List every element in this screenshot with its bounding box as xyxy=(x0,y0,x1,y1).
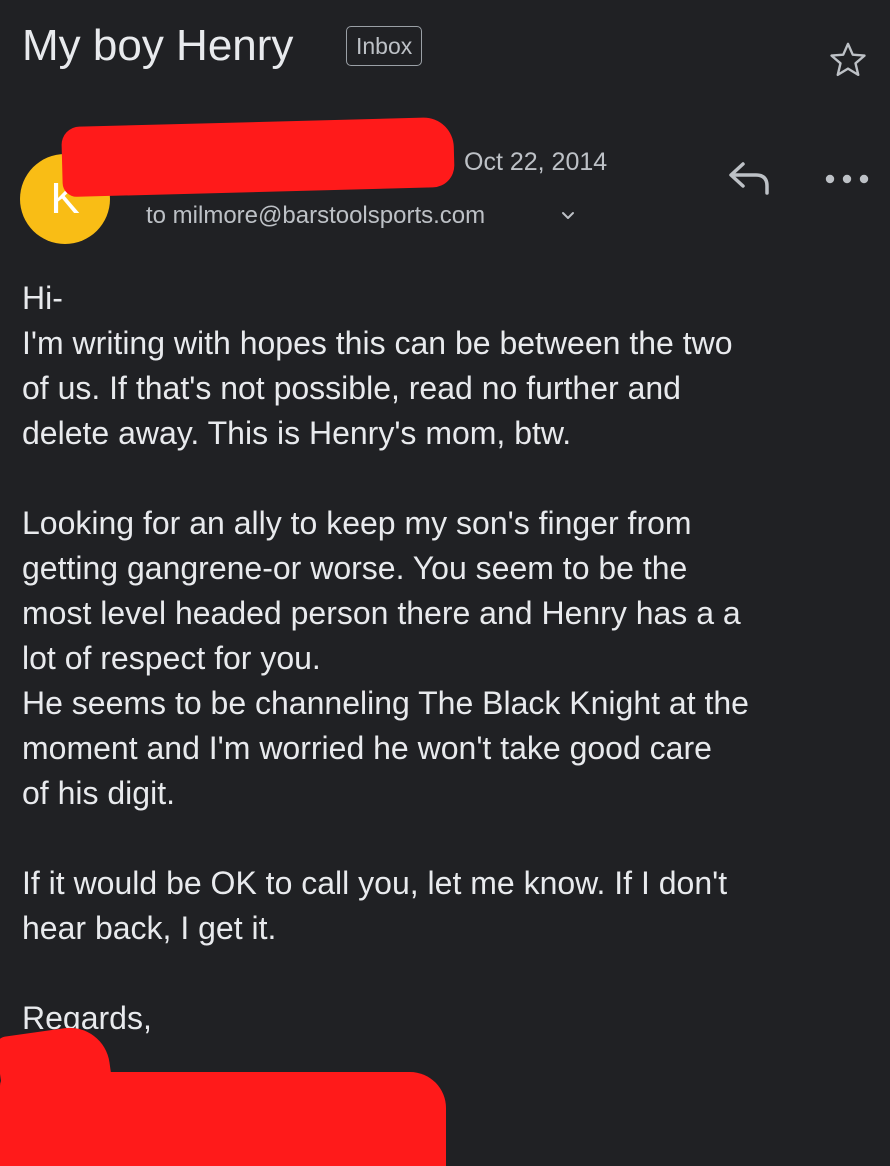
body-line: most level headed person there and Henry… xyxy=(22,595,741,631)
body-line: getting gangrene-or worse. You seem to b… xyxy=(22,550,688,586)
chevron-down-icon[interactable] xyxy=(560,210,576,222)
body-line: Hi- xyxy=(22,280,63,316)
body-line: I'm writing with hopes this can be betwe… xyxy=(22,325,733,361)
body-line: Looking for an ally to keep my son's fin… xyxy=(22,505,692,541)
email-date: Oct 22, 2014 xyxy=(464,148,608,176)
sender-name-redaction xyxy=(61,116,455,198)
body-line: lot of respect for you. xyxy=(22,640,321,676)
body-line: hear back, I get it. xyxy=(22,910,277,946)
inbox-label-chip[interactable]: Inbox xyxy=(346,26,423,66)
email-body: Hi- I'm writing with hopes this can be b… xyxy=(22,276,874,1041)
body-line: of his digit. xyxy=(22,775,175,811)
signature-redaction xyxy=(0,1072,446,1166)
star-icon[interactable] xyxy=(826,38,870,82)
more-options-icon[interactable] xyxy=(822,166,872,192)
recipient-line[interactable]: to milmore@barstoolsports.com xyxy=(146,202,485,230)
reply-icon[interactable] xyxy=(726,158,772,196)
body-line: If it would be OK to call you, let me kn… xyxy=(22,865,728,901)
body-line: delete away. This is Henry's mom, btw. xyxy=(22,415,572,451)
signoff-line: Regards, xyxy=(22,1000,152,1036)
email-subject: My boy Henry xyxy=(22,21,294,70)
body-line: of us. If that's not possible, read no f… xyxy=(22,370,681,406)
body-line: He seems to be channeling The Black Knig… xyxy=(22,685,749,721)
body-line: moment and I'm worried he won't take goo… xyxy=(22,730,712,766)
